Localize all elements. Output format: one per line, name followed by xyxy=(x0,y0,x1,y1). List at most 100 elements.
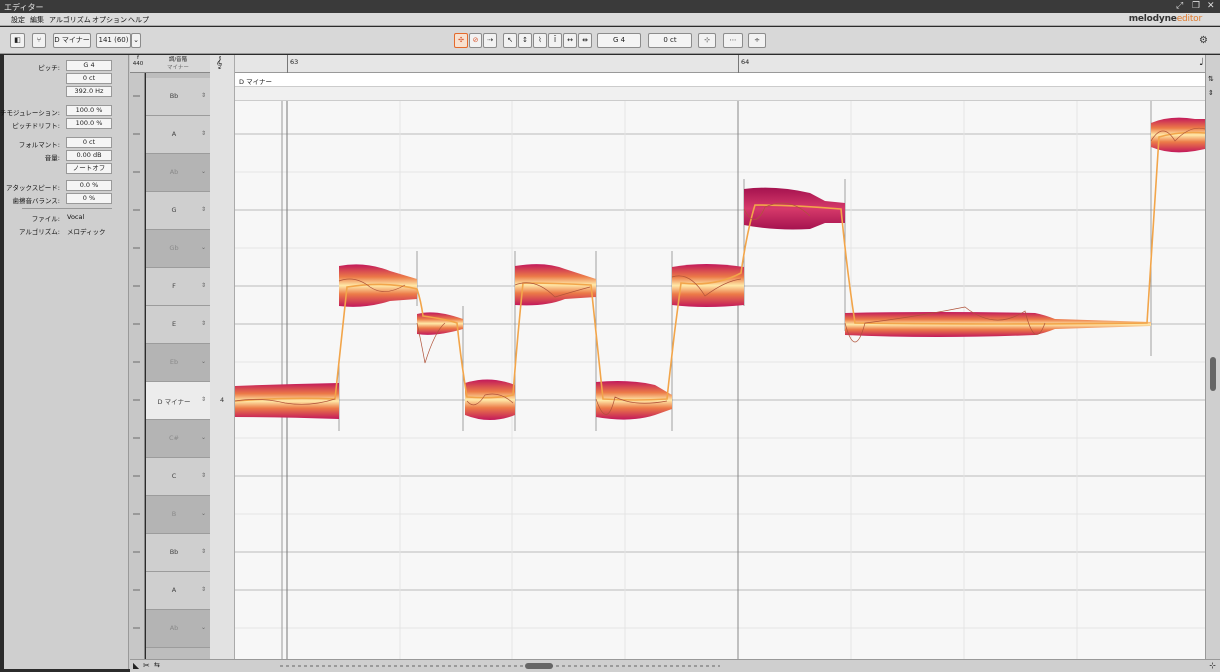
menu-edit[interactable]: 編集 xyxy=(30,15,44,25)
note-icon[interactable]: ♩ xyxy=(1199,57,1204,68)
horizontal-scroll-thumb[interactable] xyxy=(525,663,553,669)
pitch-key-dropdown-icon[interactable]: ⌄ xyxy=(201,244,206,251)
gear-icon[interactable]: ⚙ xyxy=(1199,35,1208,46)
pitch-key-dropdown-icon[interactable]: ⇕ xyxy=(201,320,206,327)
pointer-tool-button[interactable]: ↖ xyxy=(503,33,517,48)
vertical-scrollbar[interactable]: ⇅ ⇕ xyxy=(1205,55,1220,669)
pitch-key[interactable]: Bb ⇕ xyxy=(146,78,210,116)
tempo-field[interactable]: 141 (60) xyxy=(96,33,131,48)
inspector-divider xyxy=(22,208,112,209)
tuning-fork-button[interactable]: ⑂ xyxy=(32,33,46,48)
pitch-key[interactable]: A ⇕ xyxy=(146,116,210,154)
pitch-key-dropdown-icon[interactable]: ⌄ xyxy=(201,434,206,441)
menu-algorithm[interactable]: アルゴリズム xyxy=(49,15,91,25)
strip-tick xyxy=(133,589,140,591)
correct-pitch-button[interactable]: ⊹ xyxy=(698,33,716,48)
pitch-key-dropdown-icon[interactable]: ⌄ xyxy=(201,168,206,175)
drift-field[interactable]: 100.0 % xyxy=(66,118,112,129)
pitch-key[interactable]: G ⇕ xyxy=(146,192,210,230)
note-editor-canvas[interactable] xyxy=(235,101,1205,659)
title-bar: エディター ⤢ ❐ ✕ xyxy=(0,0,1220,13)
pitch-key-dropdown-icon[interactable]: ⇕ xyxy=(201,92,206,99)
horizontal-scrollbar[interactable]: ◣ ✂ ⇆ ⊹ xyxy=(130,659,1220,672)
fit-view-icon[interactable]: ⊹ xyxy=(1209,661,1216,670)
pitch-key-dropdown-icon[interactable]: ⇕ xyxy=(201,548,206,555)
strip-tick xyxy=(133,399,140,401)
toolbar-cents-field[interactable]: 0 ct xyxy=(648,33,692,48)
scroll-tool-icon[interactable]: ⇅ xyxy=(1208,75,1214,83)
pitch-key[interactable]: Gb ⌄ xyxy=(146,230,210,268)
snap-icon[interactable]: ⇆ xyxy=(154,661,160,669)
pitch-field[interactable]: G 4 xyxy=(66,60,112,71)
pitch-key[interactable]: Ab ⌄ xyxy=(146,154,210,192)
pitch-key[interactable]: C ⇕ xyxy=(146,458,210,496)
strip-tick xyxy=(133,513,140,515)
pitch-tool-button[interactable]: ⊘ xyxy=(469,33,482,48)
formant-label: フォルマント: xyxy=(18,141,60,149)
pin-icon[interactable]: ⤢ xyxy=(1176,1,1183,11)
pitch-key[interactable]: A ⇕ xyxy=(146,572,210,610)
vertical-scroll-thumb[interactable] xyxy=(1210,357,1216,391)
pitch-key[interactable]: C# ⌄ xyxy=(146,420,210,458)
pitch-key-dropdown-icon[interactable]: ⌄ xyxy=(201,624,206,631)
tempo-dropdown-icon[interactable]: ⌄ xyxy=(131,33,141,48)
quantize-time-button[interactable]: ⋯ xyxy=(723,33,743,48)
attack-field[interactable]: 0.0 % xyxy=(66,180,112,191)
pitch-key[interactable]: D マイナー ⇕ xyxy=(146,382,210,420)
hz-field[interactable]: 392.0 Hz xyxy=(66,86,112,97)
pitch-key-dropdown-icon[interactable]: ⇕ xyxy=(201,282,206,289)
pitch-key[interactable]: B ⌄ xyxy=(146,496,210,534)
pitch-key-dropdown-icon[interactable]: ⇕ xyxy=(201,472,206,479)
restore-icon[interactable]: ❐ xyxy=(1192,1,1200,11)
pitch-key-dropdown-icon[interactable]: ⇕ xyxy=(201,586,206,593)
pitch-key[interactable]: Ab ⌄ xyxy=(146,610,210,648)
note-off-button[interactable]: ノートオフ xyxy=(66,163,112,174)
pitch-move-tool-button[interactable]: ↕ xyxy=(518,33,532,48)
close-icon[interactable]: ✕ xyxy=(1207,1,1215,11)
cents-field[interactable]: 0 ct xyxy=(66,73,112,84)
strip-tick xyxy=(133,247,140,249)
chord-strip[interactable] xyxy=(235,87,1205,101)
formant-tool-button[interactable]: Ī xyxy=(548,33,562,48)
pitch-key-dropdown-icon[interactable]: ⌄ xyxy=(201,510,206,517)
pitch-key-label: Eb xyxy=(169,358,179,366)
scale-button[interactable]: D マイナー xyxy=(53,33,91,48)
vertical-zoom-strip[interactable] xyxy=(129,55,145,669)
treble-clef-icon[interactable]: 𝄞 xyxy=(216,56,223,70)
modulation-field[interactable]: 100.0 % xyxy=(66,105,112,116)
pitch-key[interactable]: Bb ⇕ xyxy=(146,534,210,572)
divide-button[interactable]: ÷ xyxy=(748,33,766,48)
overview-waveform xyxy=(280,665,720,667)
main-tool-button[interactable]: ✣ xyxy=(454,33,468,48)
note-separation-tool-button[interactable]: ⇹ xyxy=(578,33,592,48)
sibilant-field[interactable]: 0 % xyxy=(66,193,112,204)
pitch-ruler[interactable]: Bb ⇕ A ⇕ Ab ⌄ G ⇕ Gb ⌄ F ⇕ E ⇕ Eb ⌄ D マイナー ⇕ C# ⌄ C ⇕ B ⌄ Bb ⇕ A ⇕ A… xyxy=(146,55,210,659)
toolbar-pitch-field[interactable]: G 4 xyxy=(597,33,641,48)
pitch-key-dropdown-icon[interactable]: ⇕ xyxy=(201,396,206,403)
pitch-key[interactable]: Eb ⌄ xyxy=(146,344,210,382)
pointer-icon[interactable]: ◣ xyxy=(133,661,139,670)
pitch-key-dropdown-icon[interactable]: ⇕ xyxy=(201,206,206,213)
zoom-tool-icon[interactable]: ⇕ xyxy=(1208,89,1214,97)
amplitude-tool-button[interactable]: ↔ xyxy=(563,33,577,48)
reference-pitch-header[interactable]: f 440 xyxy=(130,55,146,73)
scale-strip[interactable]: D マイナー xyxy=(235,73,1205,87)
menu-settings[interactable]: 設定 xyxy=(11,15,25,25)
strip-tick xyxy=(133,627,140,629)
note-blobs[interactable] xyxy=(235,117,1205,420)
formant-field[interactable]: 0 ct xyxy=(66,137,112,148)
scale-header[interactable]: 調/音階 マイナー xyxy=(146,55,210,73)
pitch-modulation-tool-button[interactable]: ⌇ xyxy=(533,33,547,48)
menu-options[interactable]: オプション xyxy=(92,15,127,25)
note-blobs-svg[interactable] xyxy=(235,101,1205,659)
scissors-icon[interactable]: ✂ xyxy=(143,661,150,670)
volume-field[interactable]: 0.00 dB xyxy=(66,150,112,161)
time-ruler[interactable]: 63 64 ♩ xyxy=(235,55,1205,73)
menu-help[interactable]: ヘルプ xyxy=(128,15,149,25)
pitch-key-dropdown-icon[interactable]: ⌄ xyxy=(201,358,206,365)
pitch-key[interactable]: F ⇕ xyxy=(146,268,210,306)
timing-tool-button[interactable]: ⇢ xyxy=(483,33,497,48)
inspector-toggle-button[interactable]: ◧ xyxy=(10,33,25,48)
pitch-key-dropdown-icon[interactable]: ⇕ xyxy=(201,130,206,137)
pitch-key[interactable]: E ⇕ xyxy=(146,306,210,344)
